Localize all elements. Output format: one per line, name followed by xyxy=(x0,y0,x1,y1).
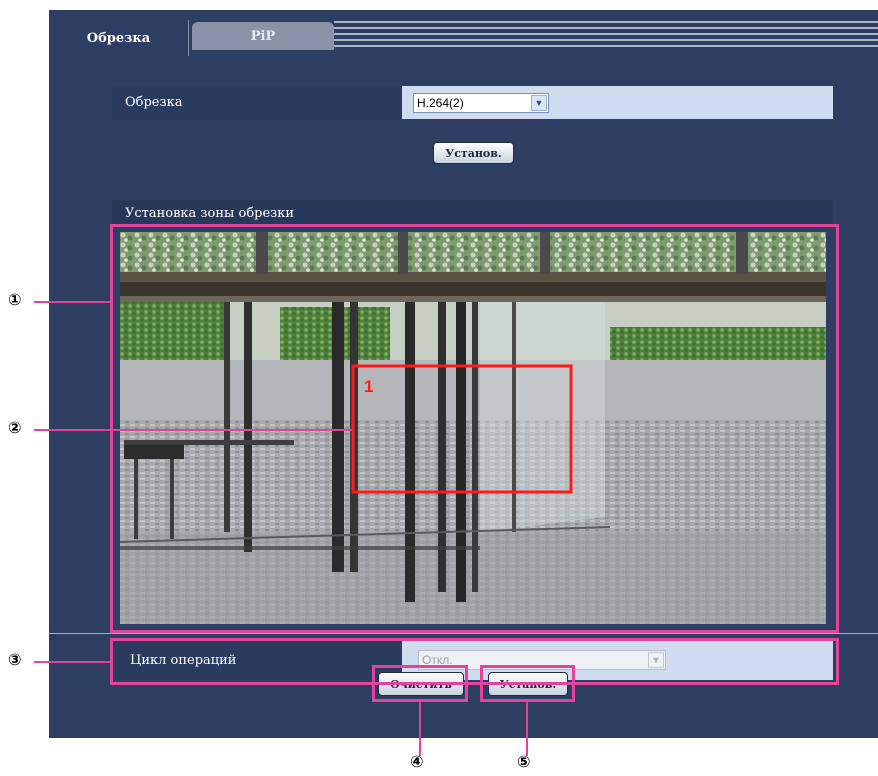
callout-box-set xyxy=(480,665,575,702)
leader-3 xyxy=(34,661,112,663)
set-button-top[interactable]: Установ. xyxy=(433,142,514,164)
leader-4 xyxy=(419,700,421,756)
tab-pip[interactable]: PiP xyxy=(192,22,334,50)
callout-2: ② xyxy=(8,418,22,437)
callout-box-clear xyxy=(372,665,468,702)
crop-stream-select[interactable]: H.264(2) ▼ xyxy=(413,92,549,113)
crop-value-cell: H.264(2) ▼ xyxy=(402,86,833,119)
callout-4: ④ xyxy=(410,752,424,771)
callout-3: ③ xyxy=(8,650,22,669)
separator-line xyxy=(49,633,878,634)
crop-zone-section-title: Установка зоны обрезки xyxy=(112,200,833,226)
crop-label: Обрезка xyxy=(112,86,402,119)
leader-2 xyxy=(34,429,352,431)
callout-1: ① xyxy=(8,290,22,309)
crop-row: Обрезка H.264(2) ▼ xyxy=(112,86,833,119)
callout-box-cycle xyxy=(110,638,839,685)
tab-crop[interactable]: Обрезка xyxy=(49,20,189,56)
leader-1 xyxy=(34,301,112,303)
callout-5: ⑤ xyxy=(517,752,531,771)
chevron-down-icon: ▼ xyxy=(531,94,547,111)
crop-stream-select-value: H.264(2) xyxy=(417,95,464,110)
leader-5 xyxy=(526,700,528,756)
